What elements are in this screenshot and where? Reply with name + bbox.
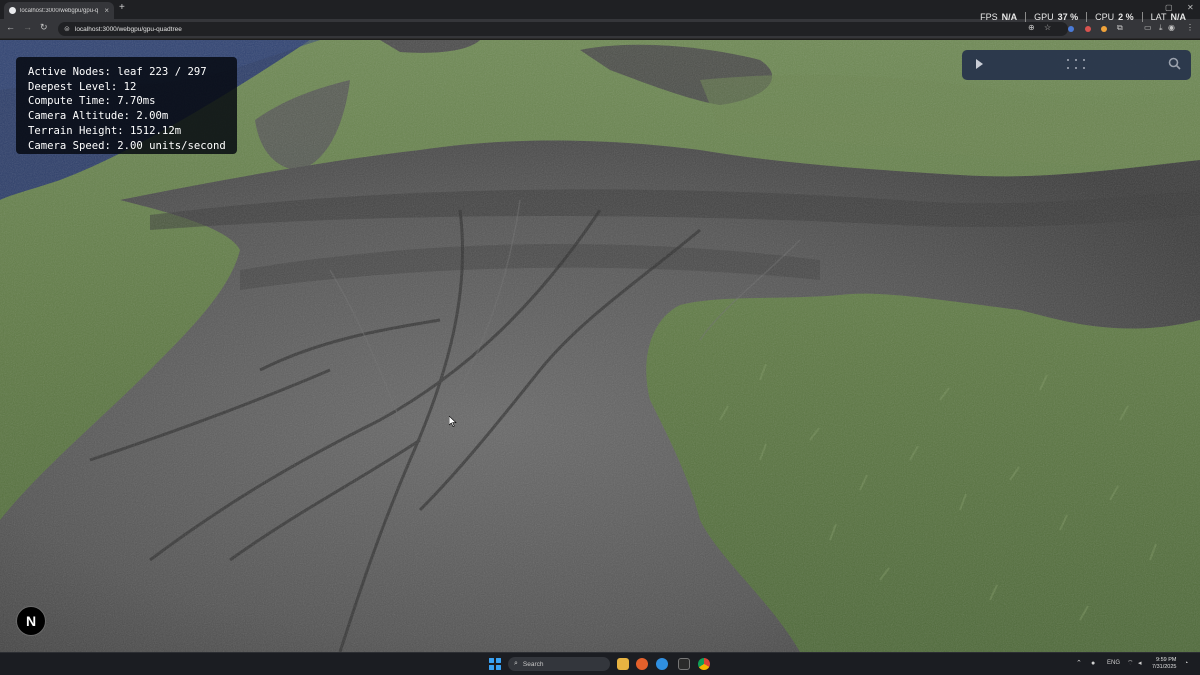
forward-button[interactable]: →	[23, 22, 32, 32]
terminal-icon[interactable]	[678, 658, 690, 670]
stat-deepest-level: Deepest Level: 12	[28, 80, 137, 93]
notifications-icon[interactable]: ◔	[1184, 660, 1188, 667]
reload-button[interactable]: ↻	[40, 22, 48, 33]
perf-label: CPU	[1095, 12, 1115, 22]
language-indicator[interactable]: ENG	[1107, 660, 1120, 666]
extension-icon[interactable]	[1068, 26, 1074, 32]
new-tab-button[interactable]: +	[119, 3, 125, 13]
stat-camera-speed: Camera Speed: 2.00 units/second	[28, 139, 226, 152]
url-text: localhost:3000/webgpu/gpu-quadtree	[74, 25, 182, 33]
perf-label: GPU	[1034, 12, 1054, 22]
play-icon[interactable]	[976, 59, 983, 69]
menu-kebab-icon[interactable]: ⋮	[1186, 24, 1194, 32]
os-taskbar: ⌕ Search ⌃ ● ENG ⌔ ◂ 9:59 PM 7/31/2025 ◔	[0, 652, 1200, 675]
messaging-app-icon[interactable]	[656, 658, 668, 670]
extension-icon[interactable]	[1101, 26, 1107, 32]
nextjs-dev-indicator[interactable]: N	[16, 606, 46, 636]
browser-tab[interactable]: localhost:3000/webgpu/gpu-q ×	[4, 2, 114, 19]
back-button[interactable]: ←	[6, 22, 15, 32]
perf-value: 2 %	[1118, 12, 1134, 22]
quadtree-stats-panel: Active Nodes: leaf 223 / 297 Deepest Lev…	[16, 57, 237, 154]
site-info-icon[interactable]: ⊜	[64, 25, 70, 33]
windows-start-icon[interactable]	[489, 658, 501, 670]
zoom-icon[interactable]: ⊕	[1028, 24, 1035, 32]
perf-value: 37 %	[1057, 12, 1079, 22]
stat-active-nodes: Active Nodes: leaf 223 / 297	[28, 66, 207, 78]
side-panel-icon[interactable]: ▭	[1144, 24, 1152, 32]
perf-lat: LAT N/A	[1143, 12, 1186, 22]
stat-camera-altitude: Camera Altitude: 2.00m	[28, 110, 169, 123]
system-clock[interactable]: 9:59 PM 7/31/2025	[1152, 657, 1176, 671]
extension-icon[interactable]	[1085, 26, 1091, 32]
extensions-puzzle-icon[interactable]: ⧉	[1117, 24, 1123, 32]
stat-compute-time: Compute Time: 7.70ms	[28, 95, 156, 108]
tab-title: localhost:3000/webgpu/gpu-q	[20, 7, 99, 14]
clock-date: 7/31/2025	[1152, 664, 1177, 670]
mouse-cursor-icon	[449, 416, 457, 427]
taskbar-search-placeholder: Search	[522, 660, 544, 668]
webgpu-canvas[interactable]: Active Nodes: leaf 223 / 297 Deepest Lev…	[0, 40, 1200, 652]
tray-chevron-icon[interactable]: ⌃	[1076, 660, 1082, 667]
bookmark-star-icon[interactable]: ☆	[1044, 24, 1051, 32]
chrome-icon[interactable]	[698, 658, 710, 670]
taskbar-search[interactable]: ⌕ Search	[508, 657, 610, 671]
perf-fps: FPS N/A	[972, 12, 1027, 22]
clock-time: 9:59 PM	[1155, 657, 1177, 663]
perf-gpu: GPU 37 %	[1026, 12, 1088, 22]
profile-avatar-icon[interactable]: ◉	[1168, 24, 1175, 32]
downloads-icon[interactable]: ⤓	[1159, 24, 1163, 32]
wifi-icon[interactable]: ⌔	[1127, 660, 1134, 667]
perf-value: N/A	[1001, 12, 1018, 22]
tab-close-icon[interactable]: ×	[104, 6, 109, 15]
performance-overlay: FPS N/A GPU 37 % CPU 2 % LAT N/A	[972, 11, 1186, 23]
perf-label: FPS	[980, 12, 998, 22]
control-bar	[962, 50, 1191, 80]
address-bar[interactable]: ⊜ localhost:3000/webgpu/gpu-quadtree	[58, 22, 1068, 36]
microphone-icon[interactable]: ●	[1091, 660, 1095, 667]
drag-handle-icon[interactable]	[1067, 59, 1087, 71]
volume-icon[interactable]: ◂	[1138, 660, 1142, 667]
window-close-button[interactable]: ✕	[1187, 3, 1194, 12]
search-icon: ⌕	[514, 660, 518, 667]
firefox-icon[interactable]	[636, 658, 648, 670]
search-icon[interactable]	[1168, 57, 1181, 70]
perf-label: LAT	[1150, 12, 1167, 22]
perf-cpu: CPU 2 %	[1087, 12, 1143, 22]
file-explorer-icon[interactable]	[617, 658, 629, 670]
stat-terrain-height: Terrain Height: 1512.12m	[28, 124, 182, 137]
perf-value: N/A	[1170, 12, 1187, 22]
favicon-icon	[9, 7, 16, 14]
